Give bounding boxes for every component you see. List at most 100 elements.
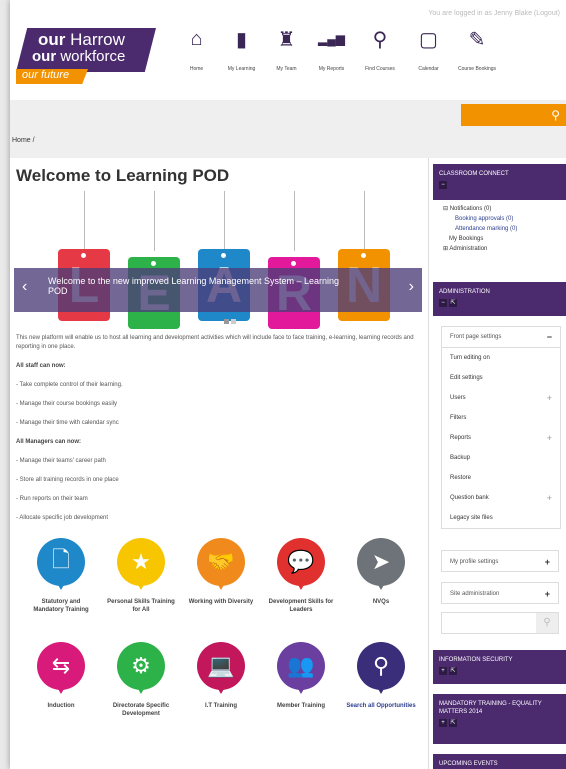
- tree-item-administration[interactable]: ⊞ Administration: [443, 244, 517, 254]
- front-page-settings[interactable]: Front page settings −: [442, 327, 560, 348]
- expand-icon: +: [546, 493, 552, 503]
- list-item: - Manage their teams' career path: [16, 458, 106, 464]
- move-icon[interactable]: ⇱: [449, 667, 457, 675]
- nav-course-bookings[interactable]: ✎ Course Bookings: [451, 26, 503, 73]
- expand-icon[interactable]: +: [439, 719, 447, 727]
- tree-item-notifications[interactable]: ⊟ Notifications (0): [443, 204, 517, 214]
- admin-item[interactable]: Edit settings: [442, 368, 560, 388]
- slider-dot[interactable]: [231, 319, 236, 324]
- admin-item[interactable]: Question bank +: [442, 488, 560, 508]
- block-administration: ADMINISTRATION − ⇱: [433, 282, 566, 316]
- block-information-security: INFORMATION SECURITY + ⇱: [433, 650, 566, 684]
- banner-caption-text: Welcome to the new improved Learning Man…: [48, 276, 339, 296]
- admin-item[interactable]: Users +: [442, 388, 560, 408]
- tree-item-attendance[interactable]: Attendance marking (0): [443, 224, 517, 234]
- collapse-icon[interactable]: −: [439, 299, 447, 307]
- star-icon: ★: [117, 538, 165, 590]
- nav-my-reports[interactable]: ▂▄▆ My Reports: [309, 26, 354, 72]
- edit-icon: ✎: [468, 28, 486, 51]
- banner-slider[interactable]: L E A R N ‹ Welcome to the new improved …: [14, 191, 422, 331]
- tile-member-training[interactable]: 👥 Member Training: [266, 642, 336, 710]
- logo-line-3: our future: [22, 69, 70, 81]
- chevron-right-icon[interactable]: ›: [409, 278, 414, 296]
- page-frame: You are logged in as Jenny Blake (Logout…: [10, 0, 566, 769]
- list-item: - Manage their course bookings easily: [16, 401, 118, 407]
- banner-string: [84, 191, 85, 251]
- tile-induction[interactable]: ⇆ Induction: [26, 642, 96, 710]
- page-title: Welcome to Learning POD: [16, 166, 230, 185]
- block-classroom-connect: CLASSROOM CONNECT −: [433, 164, 566, 200]
- logo-line-2: our workforce: [32, 48, 126, 65]
- sidebar: CLASSROOM CONNECT − ⊟ Notifications (0) …: [428, 158, 566, 769]
- nav-my-learning[interactable]: ▮ My Learning: [219, 26, 264, 73]
- tile-statutory[interactable]: 🗋 Statutory and Mandatory Training: [26, 538, 96, 614]
- nav-find-courses[interactable]: ⚲ Find Courses: [354, 26, 406, 73]
- nav-my-team[interactable]: ♜ My Team: [264, 26, 309, 73]
- managers-heading: All Managers can now:: [16, 439, 82, 445]
- block-title: MANDATORY TRAINING - EQUALITY MATTERS 20…: [439, 701, 542, 715]
- chevron-left-icon[interactable]: ‹: [22, 278, 27, 296]
- slider-dot[interactable]: [224, 319, 229, 324]
- block-title: UPCOMING EVENTS: [439, 761, 498, 767]
- intro-text: This new platform will enable us to host…: [16, 335, 414, 350]
- collapse-icon[interactable]: −: [439, 181, 447, 189]
- search-icon[interactable]: ⚲: [536, 613, 558, 633]
- admin-item[interactable]: Legacy site files: [442, 508, 560, 528]
- block-upcoming-events: UPCOMING EVENTS: [433, 754, 566, 769]
- tile-leaders[interactable]: 💬 Development Skills for Leaders: [266, 538, 336, 614]
- admin-item[interactable]: Filters: [442, 408, 560, 428]
- search-icon: ⚲: [372, 28, 388, 51]
- block-title: CLASSROOM CONNECT: [439, 171, 509, 177]
- collapse-icon: −: [546, 332, 552, 342]
- move-icon[interactable]: ⇱: [449, 719, 457, 727]
- block-title: INFORMATION SECURITY: [439, 657, 513, 663]
- tree-item-my-bookings[interactable]: My Bookings: [443, 234, 517, 244]
- sidebar-search-input[interactable]: ⚲: [441, 612, 559, 634]
- admin-settings-list: Front page settings − Turn editing on Edi…: [441, 326, 561, 529]
- tile-directorate[interactable]: ⚙ Directorate Specific Development: [106, 642, 176, 718]
- site-administration[interactable]: Site administration +: [441, 582, 559, 604]
- logo-line-1: our Harrow: [38, 30, 125, 49]
- classroom-tree: ⊟ Notifications (0) Booking approvals (0…: [443, 204, 517, 254]
- tile-personal-skills[interactable]: ★ Personal Skills Training for All: [106, 538, 176, 614]
- login-info[interactable]: You are logged in as Jenny Blake (Logout…: [428, 10, 560, 17]
- tree-item-booking-approvals[interactable]: Booking approvals (0): [443, 214, 517, 224]
- calendar-icon: ▢: [419, 28, 438, 51]
- main-content: Welcome to Learning POD L E A R N ‹ Welc…: [10, 158, 424, 769]
- admin-item[interactable]: Turn editing on: [442, 348, 560, 368]
- header-search-strip[interactable]: ⚲: [461, 104, 566, 126]
- nav-calendar[interactable]: ▢ Calendar: [406, 26, 451, 73]
- search-icon[interactable]: ⚲: [551, 108, 560, 122]
- nav-home[interactable]: ⌂ Home: [174, 26, 219, 73]
- banner-string: [294, 191, 295, 251]
- admin-item[interactable]: Reports +: [442, 428, 560, 448]
- banner-string: [154, 191, 155, 251]
- staff-heading: All staff can now:: [16, 363, 66, 369]
- block-title: ADMINISTRATION: [439, 289, 490, 295]
- signpost-icon: ⇆: [37, 642, 85, 694]
- group-icon: 👥: [277, 642, 325, 694]
- slider-dots[interactable]: [224, 319, 236, 324]
- move-icon[interactable]: ⇱: [449, 299, 457, 307]
- cursor-icon: ➤: [357, 538, 405, 590]
- expand-icon[interactable]: +: [439, 667, 447, 675]
- main-nav: ⌂ Home ▮ My Learning ♜ My Team ▂▄▆ My Report…: [174, 26, 503, 73]
- tile-it-training[interactable]: 💻 I.T Training: [186, 642, 256, 710]
- team-icon: ♜: [277, 28, 296, 51]
- tile-diversity[interactable]: 🤝 Working with Diversity: [186, 538, 256, 606]
- admin-item[interactable]: Restore: [442, 468, 560, 488]
- block-mandatory-training: MANDATORY TRAINING - EQUALITY MATTERS 20…: [433, 694, 566, 744]
- site-logo[interactable]: our Harrow our workforce our future: [16, 28, 156, 84]
- list-item: - Allocate specific job development: [16, 515, 109, 521]
- expand-icon: +: [544, 557, 550, 567]
- admin-item[interactable]: Backup: [442, 448, 560, 468]
- laptop-icon: 💻: [197, 642, 245, 694]
- intro-content: This new platform will enable us to host…: [16, 334, 420, 533]
- breadcrumb[interactable]: Home /: [12, 137, 35, 144]
- site-header: You are logged in as Jenny Blake (Logout…: [10, 0, 566, 100]
- my-profile-settings[interactable]: My profile settings +: [441, 550, 559, 572]
- tile-nvqs[interactable]: ➤ NVQs: [346, 538, 416, 606]
- tile-search-all[interactable]: ⚲ Search all Opportunities: [346, 642, 416, 710]
- banner-caption: ‹ Welcome to the new improved Learning M…: [14, 268, 422, 312]
- home-icon: ⌂: [190, 27, 203, 50]
